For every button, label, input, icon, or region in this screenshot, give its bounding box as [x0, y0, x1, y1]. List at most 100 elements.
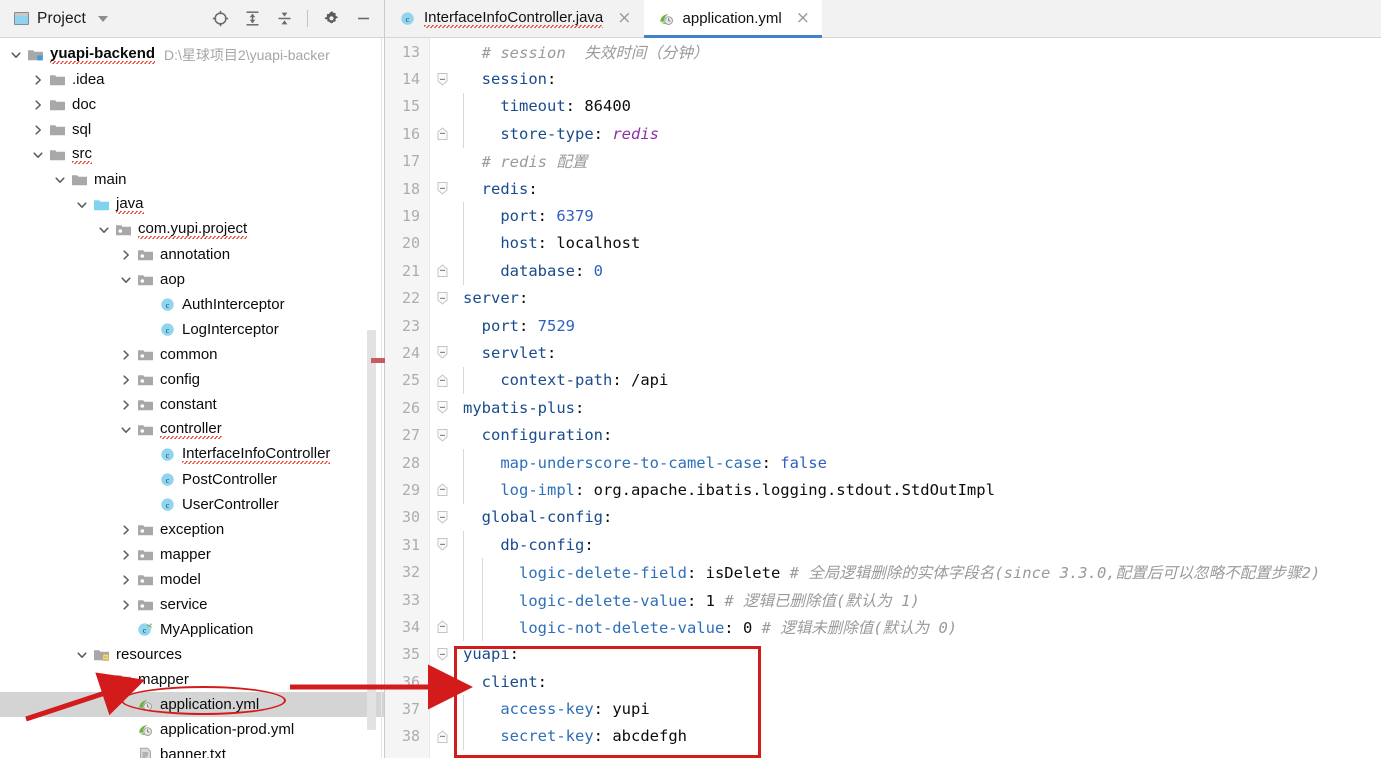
tree-row[interactable]: java — [0, 192, 384, 217]
tree-row[interactable]: mapper — [0, 542, 384, 567]
code-line[interactable]: 16 store-type: redis — [385, 120, 1381, 148]
code-line[interactable]: 14 session: — [385, 65, 1381, 92]
chevron-right-icon[interactable] — [118, 597, 134, 613]
code-line[interactable]: 21 database: 0 — [385, 257, 1381, 285]
code-line[interactable]: 36 client: — [385, 668, 1381, 695]
chevron-down-icon[interactable] — [118, 272, 134, 288]
tree-row[interactable]: .idea — [0, 67, 384, 92]
chevron-down-icon[interactable] — [118, 422, 134, 438]
code-line[interactable]: 18 redis: — [385, 175, 1381, 202]
project-panel-scrollbar[interactable] — [367, 330, 376, 730]
code-line[interactable]: 28 map-underscore-to-camel-case: false — [385, 448, 1381, 477]
code-fold-icon[interactable] — [429, 367, 455, 394]
tree-row[interactable]: mapper — [0, 667, 384, 692]
code-line[interactable]: 17 # redis 配置 — [385, 148, 1381, 175]
code-fold-icon[interactable] — [429, 257, 455, 284]
tree-row[interactable]: c LogInterceptor — [0, 317, 384, 342]
code-fold-icon[interactable] — [429, 394, 455, 421]
code-line[interactable]: 38 secret-key: abcdefgh — [385, 722, 1381, 751]
code-line[interactable]: 29 log-impl: org.apache.ibatis.logging.s… — [385, 476, 1381, 504]
code-fold-icon[interactable] — [429, 421, 455, 448]
code-line[interactable]: 34 logic-not-delete-value: 0 # 逻辑未删除值(默认… — [385, 613, 1381, 641]
chevron-right-icon[interactable] — [118, 547, 134, 563]
gear-icon[interactable] — [322, 10, 340, 28]
minimize-icon[interactable] — [354, 10, 372, 28]
code-fold-icon[interactable] — [429, 531, 455, 558]
tree-row-selected[interactable]: application.yml — [0, 692, 384, 717]
code-fold-icon[interactable] — [429, 668, 455, 695]
close-icon[interactable]: × — [796, 10, 810, 27]
tree-row[interactable]: yuapi-backend D:\星球项目2\yuapi-backer — [0, 42, 384, 67]
locate-icon[interactable] — [211, 10, 229, 28]
chevron-right-icon[interactable] — [118, 372, 134, 388]
tree-row[interactable]: aop — [0, 267, 384, 292]
code-line[interactable]: 20 host: localhost — [385, 229, 1381, 258]
chevron-down-icon[interactable] — [52, 172, 68, 188]
code-line[interactable]: 32 logic-delete-field: isDelete # 全局逻辑删除… — [385, 558, 1381, 586]
tree-row[interactable]: c PostController — [0, 467, 384, 492]
tree-row[interactable]: service — [0, 592, 384, 617]
editor-tab-active[interactable]: application.yml × — [643, 0, 823, 38]
collapse-all-icon[interactable] — [275, 10, 293, 28]
code-line[interactable]: 31 db-config: — [385, 531, 1381, 559]
code-line[interactable]: 22 server: — [385, 285, 1381, 312]
code-line[interactable]: 15 timeout: 86400 — [385, 92, 1381, 121]
code-line[interactable]: 27 configuration: — [385, 421, 1381, 448]
tree-row[interactable]: controller — [0, 417, 384, 442]
tree-row[interactable]: application-prod.yml — [0, 717, 384, 742]
tree-row[interactable]: c InterfaceInfoController — [0, 442, 384, 467]
chevron-right-icon[interactable] — [118, 397, 134, 413]
tree-row[interactable]: c UserController — [0, 492, 384, 517]
project-panel-title-group[interactable]: Project — [14, 10, 108, 28]
chevron-down-icon[interactable] — [30, 147, 46, 163]
close-icon[interactable]: × — [617, 10, 631, 27]
code-line[interactable]: 24 servlet: — [385, 339, 1381, 366]
code-fold-icon[interactable] — [429, 175, 455, 202]
tree-row[interactable]: constant — [0, 392, 384, 417]
tree-row[interactable]: src — [0, 142, 384, 167]
tree-row[interactable]: config — [0, 367, 384, 392]
tree-row[interactable]: sql — [0, 117, 384, 142]
code-line[interactable]: 13 # session 失效时间（分钟） — [385, 38, 1381, 65]
expand-all-icon[interactable] — [243, 10, 261, 28]
chevron-right-icon[interactable] — [30, 122, 46, 138]
code-fold-icon[interactable] — [429, 613, 455, 640]
chevron-right-icon[interactable] — [118, 247, 134, 263]
code-editor[interactable]: 13 # session 失效时间（分钟） 14 session: 15 timeo… — [385, 38, 1381, 758]
code-line[interactable]: 25 context-path: /api — [385, 366, 1381, 395]
chevron-right-icon[interactable] — [30, 97, 46, 113]
code-line[interactable]: 23 port: 7529 — [385, 312, 1381, 339]
project-tree[interactable]: yuapi-backend D:\星球项目2\yuapi-backer .idea d… — [0, 38, 384, 758]
editor-tab[interactable]: c InterfaceInfoController.java × — [385, 0, 644, 37]
code-fold-icon[interactable] — [429, 285, 455, 312]
tree-row[interactable]: annotation — [0, 242, 384, 267]
code-fold-icon[interactable] — [429, 476, 455, 503]
code-fold-icon[interactable] — [429, 504, 455, 531]
code-line[interactable]: 30 global-config: — [385, 504, 1381, 531]
chevron-down-icon[interactable] — [96, 222, 112, 238]
chevron-right-icon[interactable] — [118, 572, 134, 588]
tree-row[interactable]: model — [0, 567, 384, 592]
tree-row[interactable]: exception — [0, 517, 384, 542]
tree-row[interactable]: c MyApplication — [0, 617, 384, 642]
code-fold-icon[interactable] — [429, 339, 455, 366]
code-fold-icon[interactable] — [429, 120, 455, 147]
tree-row[interactable]: resources — [0, 642, 384, 667]
chevron-down-icon[interactable] — [74, 197, 90, 213]
tree-row[interactable]: com.yupi.project — [0, 217, 384, 242]
code-line[interactable]: 33 logic-delete-value: 1 # 逻辑已删除值(默认为 1) — [385, 585, 1381, 614]
chevron-right-icon[interactable] — [30, 72, 46, 88]
code-fold-icon[interactable] — [429, 723, 455, 750]
chevron-down-icon[interactable] — [74, 647, 90, 663]
chevron-right-icon[interactable] — [118, 522, 134, 538]
code-fold-icon[interactable] — [429, 65, 455, 92]
tree-row[interactable]: main — [0, 167, 384, 192]
code-line[interactable]: 35 yuapi: — [385, 641, 1381, 668]
code-line[interactable]: 19 port: 6379 — [385, 202, 1381, 230]
chevron-right-icon[interactable] — [118, 347, 134, 363]
chevron-down-icon[interactable] — [8, 47, 24, 63]
tree-row[interactable]: banner.txt — [0, 742, 384, 758]
chevron-right-icon[interactable] — [96, 672, 112, 688]
tree-row[interactable]: c AuthInterceptor — [0, 292, 384, 317]
chevron-down-icon[interactable] — [97, 15, 108, 22]
